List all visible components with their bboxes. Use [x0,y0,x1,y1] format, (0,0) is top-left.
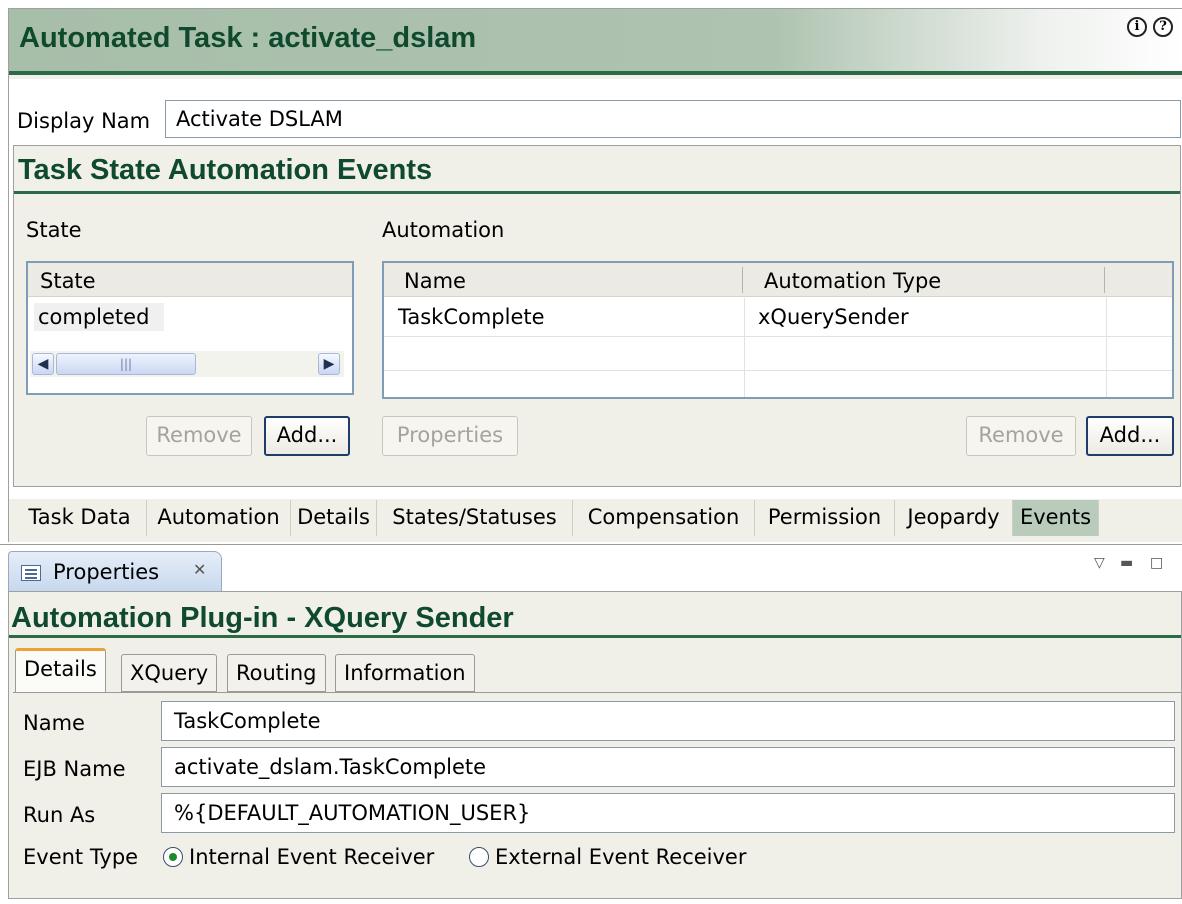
cell-divider [1106,298,1107,397]
events-section: Task State Automation Events State Autom… [13,145,1181,487]
cell-divider [744,298,745,397]
ejb-name-field[interactable]: activate_dslam.TaskComplete [161,747,1175,787]
display-name-label: Display Nam [17,109,151,133]
editor-title: Automated Task : activate_dslam [19,22,477,54]
properties-title-bar: Automation Plug-in - XQuery Sender [9,598,1181,638]
properties-title: Automation Plug-in - XQuery Sender [11,602,514,634]
events-section-title: Task State Automation Events [18,154,433,186]
details-form: Name TaskComplete EJB Name activate_dsla… [13,692,1181,892]
tab-xquery[interactable]: XQuery [121,654,218,692]
tab-details[interactable]: Details [291,500,377,536]
maximize-icon[interactable]: □ [1150,555,1163,571]
properties-button[interactable]: Properties [382,416,518,456]
internal-event-label[interactable]: Internal Event Receiver [189,845,434,869]
row-divider [384,370,1172,371]
properties-tab-label: Properties [53,560,160,584]
external-event-radio[interactable] [469,847,489,867]
type-column-header[interactable]: Automation Type [744,263,1106,297]
state-label: State [26,218,82,242]
column-separator[interactable] [742,267,743,293]
state-cell: completed [38,305,150,329]
display-name-field[interactable]: Activate DSLAM [165,100,1181,138]
tab-states-statuses[interactable]: States/Statuses [377,500,573,536]
editor-tab-bar: Task Data Automation Details States/Stat… [9,496,1182,540]
external-event-label[interactable]: External Event Receiver [495,845,747,869]
column-separator[interactable] [1104,267,1105,293]
tab-jeopardy[interactable]: Jeopardy [895,500,1013,536]
automation-label: Automation [382,218,505,242]
scroll-left-icon[interactable]: ◀ [32,353,54,375]
tab-information[interactable]: Information [335,654,475,692]
name-column-header[interactable]: Name [384,263,744,297]
tab-compensation[interactable]: Compensation [573,500,755,536]
help-icon[interactable]: ? [1153,17,1173,37]
properties-view: Properties ✕ ▽ ▬ □ Automation Plug-in - … [0,544,1182,904]
run-as-field[interactable]: %{DEFAULT_AUTOMATION_USER} [161,793,1175,833]
info-icon[interactable]: i [1127,17,1147,37]
automation-table[interactable]: Name Automation Type TaskComplete xQuery… [382,261,1174,399]
tab-routing[interactable]: Routing [227,654,326,692]
table-row[interactable]: completed [34,303,164,331]
filler-column-header [1106,263,1172,297]
state-column-header[interactable]: State [28,263,352,297]
run-as-label: Run As [23,803,96,827]
close-icon[interactable]: ✕ [193,560,206,579]
row-divider [384,336,1172,337]
automation-name-cell[interactable]: TaskComplete [398,305,545,329]
scroll-right-icon[interactable]: ▶ [318,353,340,375]
automation-remove-button[interactable]: Remove [966,416,1076,456]
properties-view-tab[interactable]: Properties ✕ [8,551,222,591]
events-section-header: Task State Automation Events [14,146,1180,194]
name-column-label: Name [404,269,466,293]
view-menu-icon[interactable]: ▽ [1094,555,1105,571]
tab-permission[interactable]: Permission [755,500,895,536]
tab-task-data[interactable]: Task Data [13,500,147,536]
tab-events[interactable]: Events [1013,500,1099,536]
ejb-name-label: EJB Name [23,757,126,781]
automation-type-cell[interactable]: xQuerySender [758,305,909,329]
name-field[interactable]: TaskComplete [161,701,1175,741]
properties-body: Automation Plug-in - XQuery Sender Detai… [8,591,1182,899]
title-rule [9,71,1182,75]
tab-automation[interactable]: Automation [147,500,291,536]
properties-list-icon [21,565,41,581]
state-table[interactable]: State completed ◀ ||| ▶ [26,261,354,395]
state-table-scrollbar[interactable]: ◀ ||| ▶ [30,351,344,377]
editor-title-bar: Automated Task : activate_dslam i ? [9,9,1182,75]
scroll-thumb[interactable]: ||| [56,353,196,375]
name-label: Name [23,711,85,735]
minimize-icon[interactable]: ▬ [1120,555,1133,571]
automation-add-button[interactable]: Add... [1086,416,1174,456]
type-column-label: Automation Type [764,269,942,293]
task-editor: Automated Task : activate_dslam i ? Disp… [8,8,1182,542]
state-remove-button[interactable]: Remove [146,416,252,456]
internal-event-radio[interactable] [163,847,183,867]
state-add-button[interactable]: Add... [264,416,350,456]
event-type-label: Event Type [23,845,139,869]
tab-details[interactable]: Details [15,648,106,694]
state-column-header-label: State [40,269,96,293]
